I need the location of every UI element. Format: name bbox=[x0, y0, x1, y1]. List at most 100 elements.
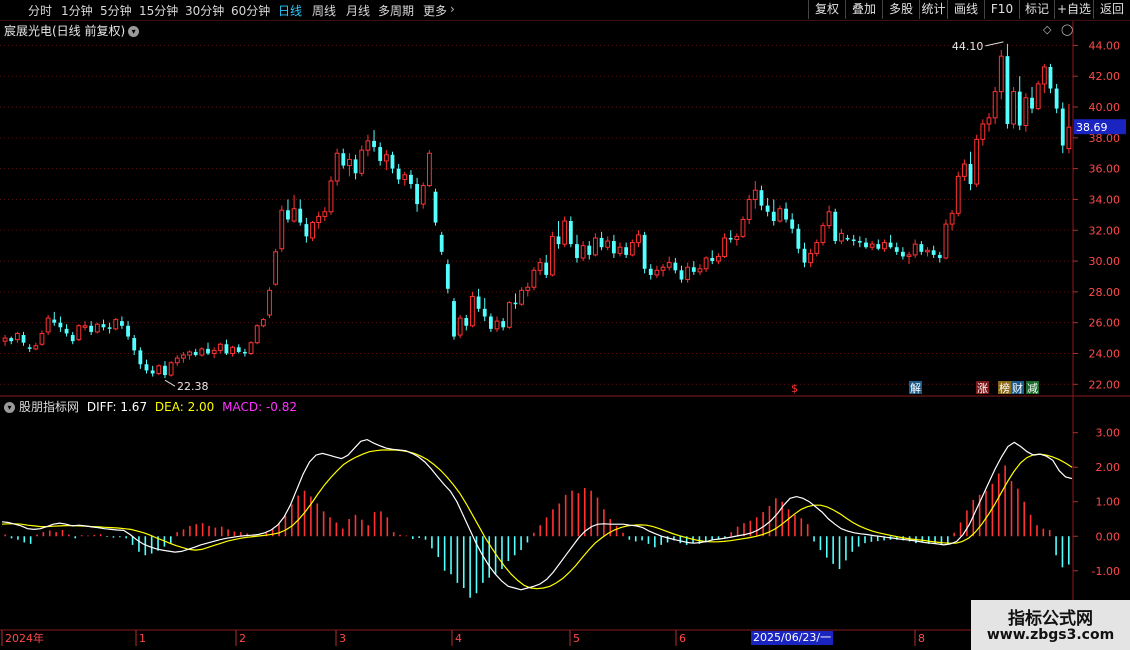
candle-body bbox=[790, 219, 795, 229]
candle-body bbox=[826, 211, 832, 227]
candle-body bbox=[845, 237, 850, 240]
price-axis-label: 28.00 bbox=[1089, 286, 1121, 299]
crosshair-date-box: 2025/06/23/一 bbox=[751, 631, 834, 645]
candle-body bbox=[587, 245, 592, 255]
candle-body bbox=[992, 91, 998, 119]
candle-body bbox=[1030, 97, 1034, 109]
candle-body bbox=[642, 234, 647, 269]
candle-body bbox=[181, 354, 186, 359]
candle-body bbox=[138, 350, 143, 365]
event-marker: 减 bbox=[1027, 382, 1038, 395]
candle-body bbox=[433, 191, 438, 223]
candle-body bbox=[666, 262, 672, 268]
candle-body bbox=[372, 140, 376, 148]
macd-label: MACD: -0.82 bbox=[222, 400, 298, 414]
candle-body bbox=[248, 342, 254, 354]
candle-body bbox=[273, 251, 279, 285]
candle-body bbox=[691, 267, 696, 272]
candle-body bbox=[347, 158, 352, 167]
candle-body bbox=[882, 242, 887, 250]
candle-body bbox=[784, 208, 788, 220]
candle-body bbox=[14, 332, 20, 341]
candle-body bbox=[506, 302, 512, 328]
candle-body bbox=[679, 270, 684, 280]
candle-body bbox=[919, 244, 924, 252]
candle-body bbox=[697, 268, 703, 273]
candle-body bbox=[217, 343, 223, 351]
indicator-title: ▾ 股朋指标网 DIFF: 1.67 DEA: 2.00 MACD: -0.82 bbox=[4, 398, 297, 415]
candle-body bbox=[900, 251, 905, 257]
candle-body bbox=[1017, 91, 1022, 126]
price-axis-label: 42.00 bbox=[1089, 70, 1121, 83]
candle-body bbox=[624, 247, 629, 255]
candle-body bbox=[1011, 91, 1016, 125]
dea-line bbox=[1, 449, 1073, 590]
candle-body bbox=[974, 138, 980, 185]
diff-line bbox=[1, 438, 1073, 591]
candle-body bbox=[64, 328, 69, 334]
candle-body bbox=[378, 147, 383, 161]
candle-body bbox=[206, 348, 210, 354]
candle-body bbox=[912, 243, 918, 256]
candle-body bbox=[341, 153, 346, 166]
candle-body bbox=[39, 332, 45, 345]
macd-axis-label: 0.00 bbox=[1096, 530, 1121, 543]
candle-body bbox=[452, 301, 456, 337]
candle-body bbox=[156, 365, 162, 375]
candle-body bbox=[814, 242, 820, 254]
candle-body bbox=[420, 185, 426, 205]
candle-body bbox=[1041, 66, 1047, 85]
macd-axis-label: 2.00 bbox=[1096, 461, 1121, 474]
candle-body bbox=[771, 211, 776, 222]
candle-body bbox=[531, 269, 537, 288]
candle-body bbox=[549, 235, 555, 276]
candle-body bbox=[808, 252, 814, 264]
candle-body bbox=[291, 208, 297, 222]
candle-body bbox=[163, 365, 167, 376]
candle-body bbox=[242, 351, 247, 354]
candle-body bbox=[629, 242, 635, 256]
candle-body bbox=[2, 337, 8, 342]
candle-body bbox=[937, 254, 942, 258]
candle-body bbox=[710, 257, 715, 262]
candle-body bbox=[906, 254, 912, 257]
candle-body bbox=[426, 152, 432, 187]
candle-body bbox=[648, 268, 653, 275]
time-axis-label: 3 bbox=[339, 632, 346, 645]
candle-body bbox=[925, 249, 930, 253]
event-marker: 涨 bbox=[977, 382, 988, 395]
candle-body bbox=[193, 351, 198, 356]
candle-body bbox=[759, 190, 764, 206]
candle-body bbox=[52, 319, 57, 323]
candle-body bbox=[390, 154, 395, 169]
high-label: 44.10 bbox=[952, 40, 984, 53]
candle-body bbox=[660, 266, 666, 271]
time-axis-label: 2024年 bbox=[5, 631, 44, 645]
kline-chart[interactable]: 44.0042.0040.0038.0036.0034.0032.0030.00… bbox=[0, 0, 1130, 650]
candle-body bbox=[70, 335, 75, 342]
candle-body bbox=[611, 241, 616, 254]
candle-body bbox=[888, 242, 893, 248]
current-price-label: 38.69 bbox=[1076, 121, 1108, 134]
price-axis-label: 32.00 bbox=[1089, 224, 1121, 237]
candle-body bbox=[9, 338, 14, 342]
candle-body bbox=[796, 228, 801, 249]
candle-body bbox=[1054, 88, 1059, 109]
candle-body bbox=[575, 244, 579, 258]
candle-body bbox=[310, 222, 315, 239]
watermark-title: 指标公式网 bbox=[1008, 609, 1093, 629]
candle-body bbox=[359, 149, 365, 174]
time-axis-label: 8 bbox=[918, 632, 925, 645]
price-axis-label: 44.00 bbox=[1089, 39, 1121, 52]
candle-body bbox=[728, 237, 733, 240]
price-axis-label: 26.00 bbox=[1089, 317, 1121, 330]
candle-body bbox=[267, 289, 272, 316]
indicator-menu-icon[interactable]: ▾ bbox=[4, 402, 15, 413]
price-axis-label: 24.00 bbox=[1089, 347, 1121, 360]
candle-body bbox=[488, 316, 493, 329]
candle-body bbox=[33, 345, 39, 350]
candle-body bbox=[101, 324, 106, 328]
candle-body bbox=[113, 319, 119, 330]
candle-body bbox=[949, 212, 955, 225]
time-axis-label: 6 bbox=[679, 632, 686, 645]
